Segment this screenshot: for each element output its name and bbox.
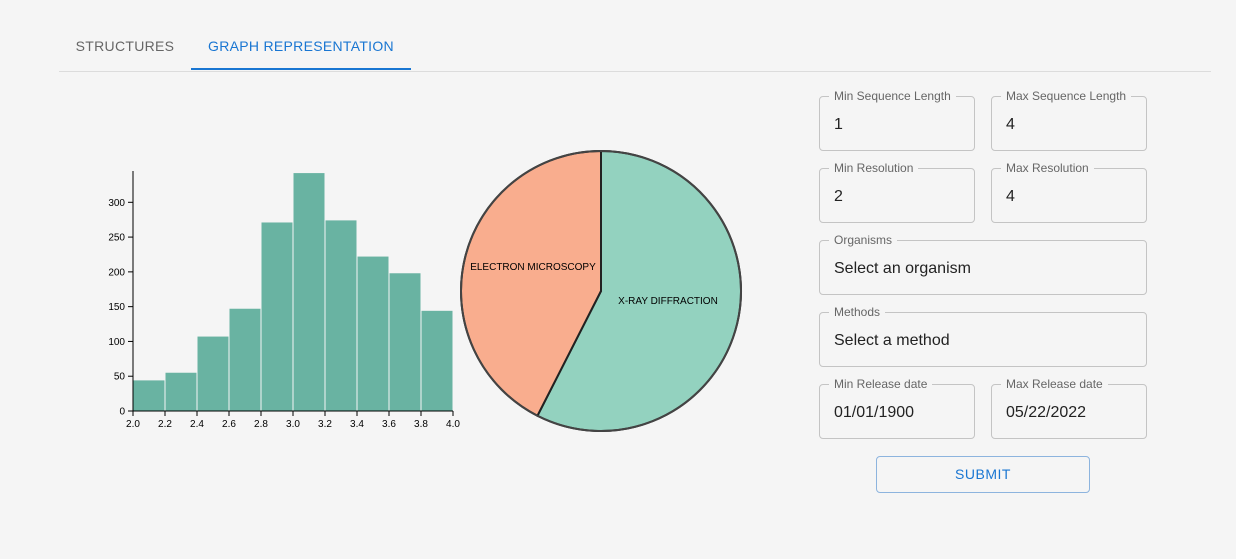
y-tick-label: 200 <box>108 267 125 278</box>
x-tick-label: 3.6 <box>382 419 396 430</box>
max-sequence-length-field[interactable]: Max Sequence Length 4 <box>991 89 1147 151</box>
x-tick-label: 3.0 <box>286 419 300 430</box>
x-tick-label: 2.8 <box>254 419 268 430</box>
min-release-date-label: Min Release date <box>829 377 933 391</box>
x-tick-label: 2.0 <box>126 419 140 430</box>
min-resolution-field[interactable]: Min Resolution 2 <box>819 161 975 223</box>
histogram-bar <box>165 372 197 411</box>
histogram-bar <box>421 310 453 411</box>
y-tick-label: 50 <box>114 372 126 383</box>
y-tick-label: 250 <box>108 233 125 244</box>
pie-slice-label: X-RAY DIFFRACTION <box>618 296 718 307</box>
max-resolution-field[interactable]: Max Resolution 4 <box>991 161 1147 223</box>
histogram-bar <box>293 173 325 411</box>
organisms-value: Select an organism <box>834 260 971 277</box>
y-tick-label: 0 <box>119 407 125 418</box>
submit-button[interactable]: SUBMIT <box>876 456 1090 493</box>
min-resolution-label: Min Resolution <box>829 161 919 175</box>
max-resolution-label: Max Resolution <box>1001 161 1094 175</box>
x-tick-label: 2.2 <box>158 419 172 430</box>
min-release-date-field[interactable]: Min Release date 01/01/1900 <box>819 377 975 439</box>
max-release-date-field[interactable]: Max Release date 05/22/2022 <box>991 377 1147 439</box>
charts-area: 2.0 2.2 2.4 2.6 2.8 3.0 3.2 3.4 3.6 3.8 4.0 0 50 100 1… <box>108 149 742 432</box>
organisms-select[interactable]: Organisms Select an organism <box>819 233 1147 295</box>
methods-select[interactable]: Methods Select a method <box>819 305 1147 367</box>
min-release-date-value: 01/01/1900 <box>834 404 915 421</box>
histogram-bar <box>357 256 389 411</box>
min-sequence-length-label: Min Sequence Length <box>829 89 956 103</box>
max-sequence-length-label: Max Sequence Length <box>1001 89 1132 103</box>
max-release-date-value: 05/22/2022 <box>1006 404 1087 421</box>
pie-slice-label: ELECTRON MICROSCOPY <box>470 262 596 273</box>
x-tick-label: 3.2 <box>318 419 332 430</box>
min-sequence-length-field[interactable]: Min Sequence Length 1 <box>819 89 975 151</box>
histogram-bar <box>261 222 293 411</box>
x-tick-label: 2.4 <box>190 419 204 430</box>
histogram-bar <box>325 220 357 411</box>
x-tick-label: 2.6 <box>222 419 236 430</box>
y-tick-label: 300 <box>108 198 125 209</box>
max-resolution-value: 4 <box>1006 188 1015 205</box>
min-resolution-value: 2 <box>834 188 843 205</box>
x-tick-label: 3.4 <box>350 419 364 430</box>
organisms-label: Organisms <box>829 233 898 247</box>
max-sequence-length-value: 4 <box>1006 116 1015 133</box>
histogram-bar <box>197 336 229 411</box>
histogram-bar <box>133 380 165 411</box>
max-release-date-label: Max Release date <box>1001 377 1108 391</box>
min-sequence-length-value: 1 <box>834 116 843 133</box>
y-tick-label: 150 <box>108 302 125 313</box>
histogram-bar <box>229 308 261 411</box>
x-tick-label: 3.8 <box>414 419 428 430</box>
histogram-bar <box>389 273 421 411</box>
methods-label: Methods <box>829 305 886 319</box>
methods-value: Select a method <box>834 332 950 349</box>
y-tick-label: 100 <box>108 337 125 348</box>
x-tick-label: 4.0 <box>446 419 460 430</box>
